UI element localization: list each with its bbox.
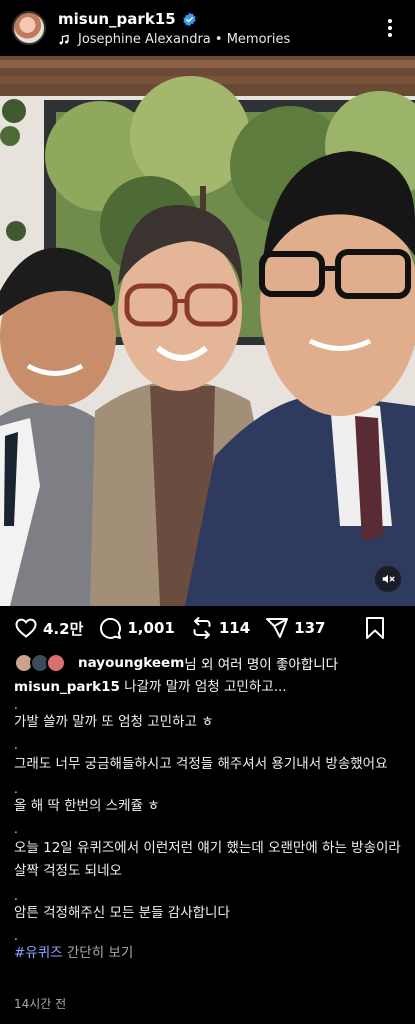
heart-icon xyxy=(15,618,37,638)
music-attribution[interactable]: Josephine Alexandra • Memories xyxy=(58,32,377,47)
music-title: Josephine Alexandra • Memories xyxy=(78,32,291,47)
selfie-image xyxy=(0,56,415,606)
like-button[interactable]: 4.2만 xyxy=(14,616,83,640)
action-bar: 4.2만 1,001 114 137 xyxy=(0,606,415,650)
music-note-icon xyxy=(59,34,69,44)
repost-icon xyxy=(193,617,211,639)
caption-dot: . xyxy=(14,738,18,752)
liker-username[interactable]: nayoungkeem xyxy=(78,655,184,671)
bookmark-icon xyxy=(366,617,384,639)
liker-avatars xyxy=(14,653,72,673)
header-text: misun_park15 Josephine Alexandra • Memor… xyxy=(58,9,377,47)
comment-button[interactable]: 1,001 xyxy=(98,616,175,640)
share-icon xyxy=(266,618,289,638)
caption-line-4: 올 해 딱 한번의 스케쥴 ㅎ xyxy=(14,798,160,814)
like-count: 4.2만 xyxy=(43,619,84,638)
more-vertical-icon xyxy=(388,19,392,37)
share-button[interactable]: 137 xyxy=(265,616,325,640)
caption-dot: . xyxy=(14,822,18,836)
caption-line-2: 가발 쓸까 말까 또 엄청 고민하고 ㅎ xyxy=(14,714,214,730)
caption-dot: . xyxy=(14,698,18,712)
mute-button[interactable] xyxy=(375,566,401,592)
caption-dot: . xyxy=(14,782,18,796)
save-button[interactable] xyxy=(364,616,386,640)
username-row: misun_park15 xyxy=(58,9,377,29)
liker-avatar xyxy=(46,653,66,673)
caption-text: 나갈까 말까 엄청 고민하고... xyxy=(119,679,287,695)
username[interactable]: misun_park15 xyxy=(58,10,176,28)
post-photo[interactable] xyxy=(0,56,415,606)
mute-icon xyxy=(382,574,395,584)
repost-count: 114 xyxy=(218,619,251,637)
caption-dot: . xyxy=(14,889,18,903)
caption-line-5: 오늘 12일 유퀴즈에서 이런저런 얘기 했는데 오랜만에 하는 방송이라 살짝… xyxy=(14,840,401,879)
more-options-button[interactable] xyxy=(377,8,403,48)
avatar[interactable] xyxy=(12,11,46,45)
verified-badge-icon xyxy=(182,12,196,26)
post-caption: misun_park15 나갈까 말까 엄청 고민하고... . 가발 쓸까 말… xyxy=(14,678,404,963)
caption-dot: . xyxy=(14,929,18,943)
caption-line-3: 그래도 너무 궁금해들하시고 걱정들 해주셔서 용기내서 방송했어요 xyxy=(14,756,388,772)
caption-line-6: 암튼 걱정해주신 모든 분들 감사합니다 xyxy=(14,905,230,921)
caption-username[interactable]: misun_park15 xyxy=(14,679,120,695)
share-count: 137 xyxy=(294,619,326,637)
comment-count: 1,001 xyxy=(127,619,175,637)
caption-hashtag-line: #유퀴즈 간단히 보기 xyxy=(14,944,404,963)
repost-button[interactable]: 114 xyxy=(190,616,250,640)
likes-summary[interactable]: nayoungkeem 님 외 여러 명이 좋아합니다 xyxy=(14,650,338,676)
likes-text: 님 외 여러 명이 좋아합니다 xyxy=(184,657,339,673)
show-less-link[interactable]: 간단히 보기 xyxy=(63,945,133,961)
caption-first-line: misun_park15 나갈까 말까 엄청 고민하고... xyxy=(14,678,404,697)
hashtag-link[interactable]: #유퀴즈 xyxy=(14,945,63,961)
comment-icon xyxy=(100,617,122,639)
post-timestamp: 14시간 전 xyxy=(14,997,67,1011)
post-header: misun_park15 Josephine Alexandra • Memor… xyxy=(0,0,415,56)
